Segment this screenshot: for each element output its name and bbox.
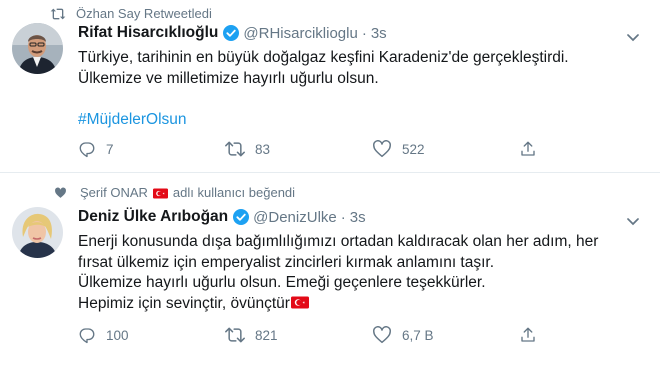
reply-count: 100 <box>106 327 129 343</box>
tweet-text-line: fırsat ülkemiz için emperyalist zincirle… <box>78 253 495 271</box>
avatar-deniz-ulke-ariboğan[interactable] <box>12 207 63 258</box>
tweet-text-line: Ülkemize ve milletimize hayırlı uğurlu o… <box>78 69 379 87</box>
display-name[interactable]: Rifat Hisarcıklıoğlu <box>78 24 218 42</box>
tweet-header: Deniz Ülke Arıboğan @DenizUlke · 3s <box>78 208 366 226</box>
tweet-text: Enerji konusunda dışa bağımlılığımızı or… <box>78 232 648 314</box>
turkey-flag-icon <box>152 187 168 199</box>
tweet-text-line: Hepimiz için sevinçtir, övünçtür <box>78 294 290 312</box>
like-count: 522 <box>402 141 425 157</box>
more-options-chevron-icon[interactable] <box>626 30 640 42</box>
retweet-count: 821 <box>255 327 278 343</box>
more-options-chevron-icon[interactable] <box>626 214 640 226</box>
turkey-flag-icon <box>290 295 309 308</box>
reply-button[interactable]: 100 <box>78 326 225 344</box>
tweet-text-line: Türkiye, tarihinin en büyük doğalgaz keş… <box>78 49 569 66</box>
tweet-text-line: Ülkemize hayırlı uğurlu olsun. Emeği geç… <box>78 274 486 291</box>
verified-badge-icon <box>223 25 240 41</box>
like-context-name: Şerif ONAR <box>80 185 148 200</box>
tweet-actions: 7 83 522 <box>78 140 660 158</box>
retweet-count: 83 <box>255 141 271 157</box>
separator-dot: · <box>361 24 367 42</box>
retweet-button[interactable]: 83 <box>225 140 372 158</box>
tweet-text-line: Enerji konusunda dışa bağımlılığımızı or… <box>78 233 599 250</box>
verified-badge-icon <box>233 209 250 225</box>
reply-icon <box>79 328 95 344</box>
tweet-rifat-hisarciklioglu[interactable]: Özhan Say Retweetledi Rifat Hisarcıklıoğ… <box>0 0 660 172</box>
reply-button[interactable]: 7 <box>78 140 225 158</box>
retweet-context-text: Özhan Say Retweetledi <box>76 6 212 21</box>
like-count: 6,7 B <box>402 327 434 343</box>
retweet-context[interactable]: Özhan Say Retweetledi <box>50 6 212 21</box>
reply-icon <box>79 142 95 158</box>
tweet-deniz-ulke-ariboğan[interactable]: Şerif ONAR adlı kullanıcı beğendi Deniz … <box>0 172 660 367</box>
tweet-text-line-last: Hepimiz için sevinçtir, övünçtür <box>78 294 648 315</box>
retweet-button[interactable]: 821 <box>225 326 372 344</box>
share-button[interactable] <box>519 326 660 344</box>
heart-icon <box>373 326 391 344</box>
retweet-icon <box>225 327 245 343</box>
heart-icon <box>373 140 391 158</box>
share-button[interactable] <box>519 140 660 158</box>
like-context-suffix: adlı kullanıcı beğendi <box>172 185 296 200</box>
like-button[interactable]: 522 <box>372 140 519 158</box>
tweet-actions: 100 821 6,7 B <box>78 326 660 344</box>
reply-count: 7 <box>106 141 114 157</box>
user-handle[interactable]: @DenizUlke <box>253 209 337 226</box>
retweet-icon <box>225 141 245 157</box>
tweet-header: Rifat Hisarcıklıoğlu @RHisarciklioglu · … <box>78 24 387 42</box>
heart-filled-icon <box>54 186 72 200</box>
avatar-rifat-hisarciklioglu[interactable] <box>12 23 63 74</box>
tweet-timestamp[interactable]: 3s <box>350 209 366 226</box>
like-button[interactable]: 6,7 B <box>372 326 519 344</box>
retweet-icon <box>50 7 68 21</box>
share-icon <box>521 327 535 342</box>
hashtag-link[interactable]: #MüjdelerOlsun <box>78 110 648 131</box>
user-handle[interactable]: @RHisarciklioglu <box>243 25 357 42</box>
like-context[interactable]: Şerif ONAR adlı kullanıcı beğendi <box>54 185 295 200</box>
display-name[interactable]: Deniz Ülke Arıboğan <box>78 208 228 226</box>
tweet-timestamp[interactable]: 3s <box>371 25 387 42</box>
share-icon <box>521 141 535 156</box>
tweet-text: Türkiye, tarihinin en büyük doğalgaz keş… <box>78 48 648 130</box>
separator-dot: · <box>340 208 346 226</box>
